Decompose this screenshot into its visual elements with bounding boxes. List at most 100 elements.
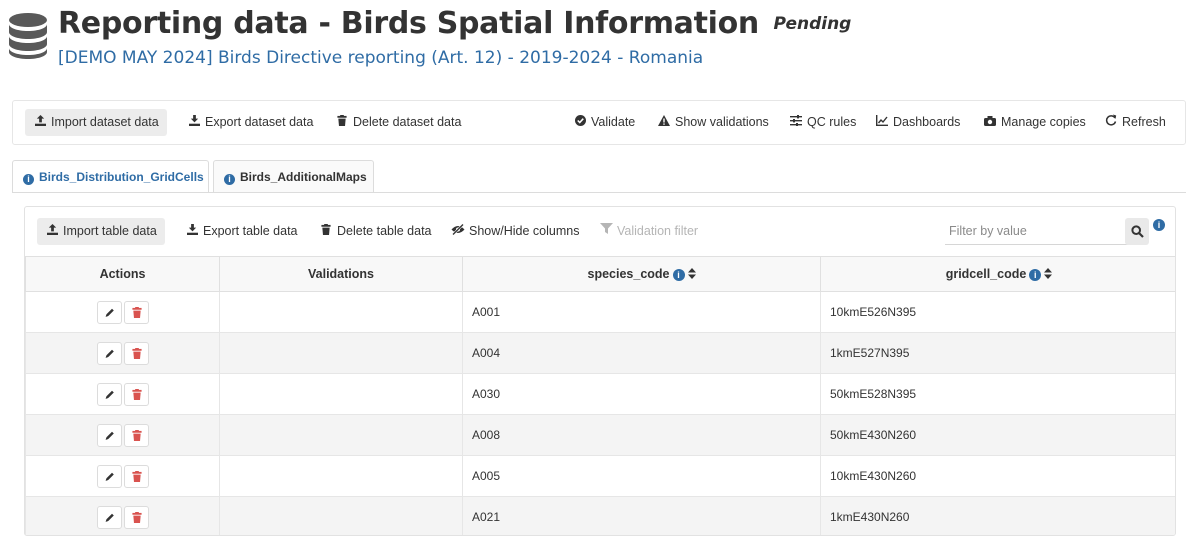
validations-cell (220, 497, 463, 536)
edit-row-button[interactable] (97, 506, 122, 529)
show-validations-label: Show validations (675, 115, 769, 129)
pencil-icon (105, 471, 115, 482)
filter-by-value-input[interactable] (945, 218, 1143, 245)
validations-cell (220, 292, 463, 333)
delete-row-button[interactable] (124, 506, 149, 529)
actions-cell (26, 333, 220, 374)
manage-copies-button[interactable]: Manage copies (975, 109, 1094, 136)
delete-dataset-button[interactable]: Delete dataset data (327, 109, 469, 136)
validations-cell (220, 333, 463, 374)
show-hide-columns-label: Show/Hide columns (469, 224, 579, 238)
export-dataset-button[interactable]: Export dataset data (179, 109, 321, 136)
actions-cell (26, 292, 220, 333)
export-dataset-label: Export dataset data (205, 115, 313, 129)
column-header-species-code[interactable]: species_codei (463, 257, 821, 292)
edit-row-button[interactable] (97, 301, 122, 324)
trash-icon (132, 430, 142, 441)
table-header-row: Actions Validations species_codei gridce… (26, 257, 1177, 292)
actions-cell (26, 456, 220, 497)
trash-icon (132, 307, 142, 318)
species-code-cell[interactable]: A001 (463, 292, 821, 333)
actions-cell (26, 415, 220, 456)
delete-row-button[interactable] (124, 383, 149, 406)
dashboards-button[interactable]: Dashboards (867, 109, 968, 136)
column-header-gridcell-code[interactable]: gridcell_codei (821, 257, 1177, 292)
refresh-button[interactable]: Refresh (1096, 109, 1174, 136)
gridcell-code-cell[interactable]: 50kmE430N260 (821, 415, 1177, 456)
page-title: Reporting data - Birds Spatial Informati… (58, 6, 759, 41)
import-dataset-button[interactable]: Import dataset data (25, 109, 167, 136)
download-icon (185, 219, 199, 246)
sliders-icon (789, 110, 803, 137)
database-icon (8, 12, 48, 60)
sort-icon[interactable] (1044, 268, 1052, 282)
export-table-button[interactable]: Export table data (177, 218, 306, 245)
delete-row-button[interactable] (124, 424, 149, 447)
species-code-cell[interactable]: A008 (463, 415, 821, 456)
trash-icon (319, 219, 333, 246)
import-dataset-label: Import dataset data (51, 115, 159, 129)
info-icon[interactable]: i (1153, 219, 1165, 231)
delete-dataset-label: Delete dataset data (353, 115, 461, 129)
pencil-icon (105, 348, 115, 359)
sort-icon[interactable] (688, 268, 696, 282)
validations-cell (220, 456, 463, 497)
page-header: Reporting data - Birds Spatial Informati… (6, 6, 1186, 76)
column-header-label: species_code (588, 267, 670, 281)
validate-button[interactable]: Validate (565, 109, 643, 136)
actions-cell (26, 497, 220, 536)
delete-row-button[interactable] (124, 342, 149, 365)
camera-icon (983, 110, 997, 137)
edit-row-button[interactable] (97, 465, 122, 488)
edit-row-button[interactable] (97, 383, 122, 406)
species-code-cell[interactable]: A021 (463, 497, 821, 536)
gridcell-code-cell[interactable]: 10kmE526N395 (821, 292, 1177, 333)
export-table-label: Export table data (203, 224, 298, 238)
species-code-cell[interactable]: A004 (463, 333, 821, 374)
column-header-validations: Validations (220, 257, 463, 292)
qc-rules-label: QC rules (807, 115, 856, 129)
tab-birds-distribution-gridcells[interactable]: iBirds_Distribution_GridCells (12, 160, 209, 193)
info-icon[interactable]: i (673, 269, 685, 281)
import-table-button[interactable]: Import table data (37, 218, 165, 245)
upload-icon (33, 110, 47, 137)
validations-cell (220, 415, 463, 456)
validation-filter-label: Validation filter (617, 224, 698, 238)
gridcell-code-cell[interactable]: 1kmE527N395 (821, 333, 1177, 374)
import-table-label: Import table data (63, 224, 157, 238)
search-button[interactable] (1125, 218, 1149, 245)
qc-rules-button[interactable]: QC rules (781, 109, 864, 136)
trash-icon (335, 110, 349, 137)
edit-row-button[interactable] (97, 424, 122, 447)
filter-icon (599, 219, 613, 246)
trash-icon (132, 389, 142, 400)
edit-row-button[interactable] (97, 342, 122, 365)
table-row: A004 1kmE527N395 (26, 333, 1177, 374)
gridcell-code-cell[interactable]: 1kmE430N260 (821, 497, 1177, 536)
delete-table-button[interactable]: Delete table data (311, 218, 440, 245)
check-circle-icon (573, 110, 587, 137)
gridcell-code-cell[interactable]: 50kmE528N395 (821, 374, 1177, 415)
species-code-cell[interactable]: A005 (463, 456, 821, 497)
warning-icon (657, 110, 671, 137)
column-header-label: gridcell_code (946, 267, 1027, 281)
pencil-icon (105, 512, 115, 523)
tab-label: Birds_AdditionalMaps (240, 170, 367, 184)
gridcell-code-cell[interactable]: 10kmE430N260 (821, 456, 1177, 497)
trash-icon (132, 471, 142, 482)
validation-filter-button[interactable]: Validation filter (591, 218, 706, 245)
show-validations-button[interactable]: Show validations (649, 109, 777, 136)
show-hide-columns-button[interactable]: Show/Hide columns (443, 218, 587, 245)
table-row: A030 50kmE528N395 (26, 374, 1177, 415)
dataflow-link[interactable]: [DEMO MAY 2024] Birds Directive reportin… (58, 48, 703, 68)
info-icon[interactable]: i (1029, 269, 1041, 281)
column-header-actions: Actions (26, 257, 220, 292)
species-code-cell[interactable]: A030 (463, 374, 821, 415)
line-chart-icon (875, 110, 889, 137)
delete-row-button[interactable] (124, 301, 149, 324)
pencil-icon (105, 307, 115, 318)
delete-row-button[interactable] (124, 465, 149, 488)
dashboards-label: Dashboards (893, 115, 960, 129)
tab-birds-additionalmaps[interactable]: iBirds_AdditionalMaps (213, 160, 374, 193)
table-row: A021 1kmE430N260 (26, 497, 1177, 536)
